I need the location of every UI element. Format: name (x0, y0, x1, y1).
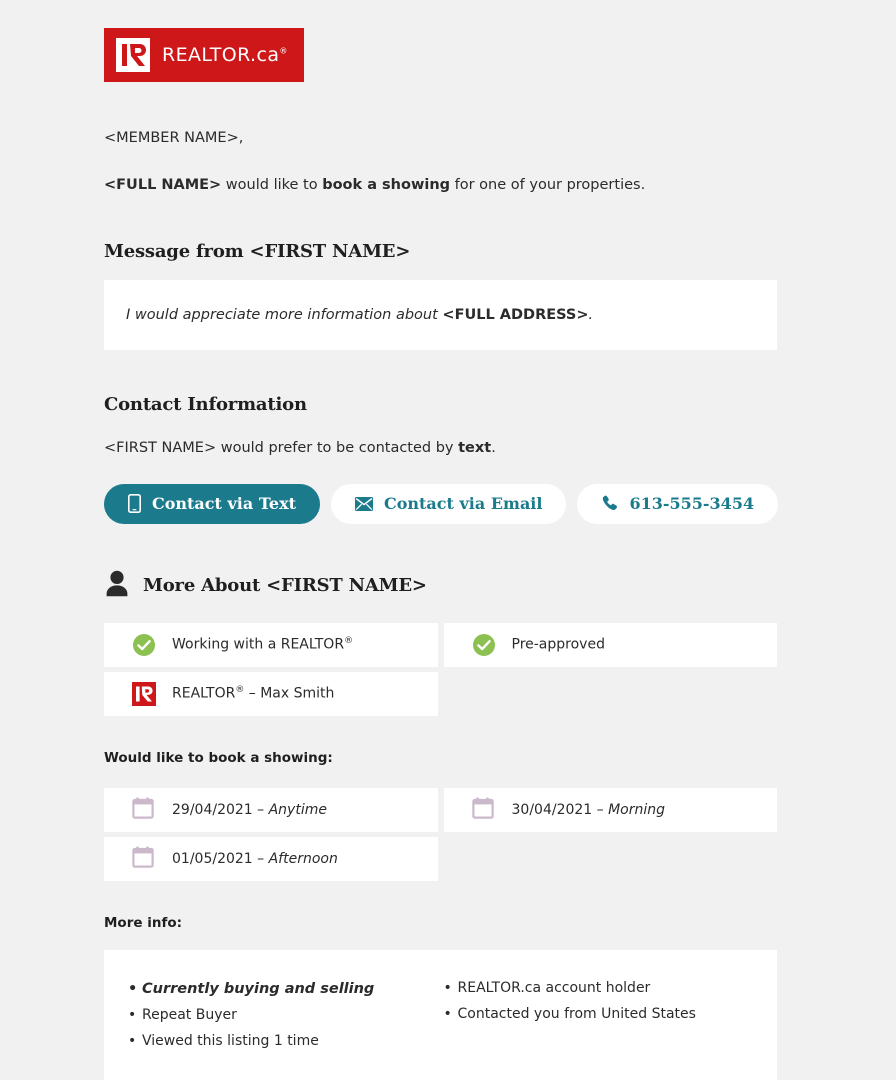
list-item: Currently buying and selling (128, 976, 438, 1003)
pref-lead: <FIRST NAME> would prefer to be contacte… (104, 439, 459, 456)
list-item: REALTOR.ca account holder (444, 976, 754, 1002)
showing-slot: 01/05/2021 – Afternoon (104, 836, 438, 881)
list-item: Contacted you from United States (444, 1002, 754, 1028)
logo-text: REALTOR.ca® (162, 44, 288, 66)
telephone-icon (601, 495, 618, 512)
realtor-name-suffix: – Max Smith (244, 686, 335, 703)
quote-tail: . (588, 306, 594, 323)
showing-slot-text: 29/04/2021 – Anytime (172, 801, 327, 818)
realtor-ca-logo[interactable]: REALTOR.ca® (104, 28, 304, 82)
more-info-card: Currently buying and selling Repeat Buye… (104, 949, 777, 1080)
list-item: Viewed this listing 1 time (128, 1029, 438, 1055)
calendar-icon (132, 846, 154, 872)
brand-header: REALTOR.ca® (0, 0, 896, 82)
lead-action: book a showing (322, 176, 451, 193)
showing-slot-when: Afternoon (268, 850, 338, 867)
envelope-icon (355, 496, 373, 511)
mobile-phone-icon (128, 494, 141, 514)
list-item: Repeat Buyer (128, 1003, 438, 1029)
more-about-heading: More About <FIRST NAME> (143, 574, 427, 596)
contact-via-email-button[interactable]: Contact via Email (331, 483, 567, 524)
lead-tail: for one of your properties. (450, 176, 646, 193)
phone-number-button[interactable]: 613-555-3454 (577, 483, 779, 524)
contact-preference-line: <FIRST NAME> would prefer to be contacte… (104, 440, 777, 456)
registered-mark: ® (279, 46, 288, 56)
pref-tail: . (491, 439, 496, 456)
green-check-icon (132, 633, 156, 657)
contact-button-row: Contact via Text Contact via Email 613-5… (104, 483, 779, 524)
showing-slot-when: Morning (608, 801, 666, 818)
info-card-realtor-name: REALTOR® – Max Smith (104, 671, 438, 716)
pref-method: text (458, 439, 492, 456)
message-heading: Message from <FIRST NAME> (104, 240, 411, 262)
registered-mark: ® (344, 636, 354, 647)
lead-full-name: <FULL NAME> (104, 176, 222, 193)
info-card-label: Pre-approved (511, 637, 605, 654)
more-info-heading: More info: (104, 914, 183, 931)
showing-slot-text: 01/05/2021 – Afternoon (172, 850, 338, 867)
more-about-header: More About <FIRST NAME> (104, 570, 777, 601)
contact-via-text-button[interactable]: Contact via Text (104, 483, 320, 524)
showing-slot-text: 30/04/2021 – Morning (511, 801, 666, 818)
greeting-line: <MEMBER NAME>, (104, 130, 244, 146)
realtor-r-icon (116, 38, 150, 72)
contact-via-text-label: Contact via Text (152, 494, 296, 514)
lead-middle: would like to (221, 176, 323, 193)
calendar-icon (132, 797, 154, 823)
info-card-pre-approved: Pre-approved (443, 622, 777, 667)
message-quote-card: I would appreciate more information abou… (104, 279, 777, 350)
showing-slot: 30/04/2021 – Morning (443, 787, 777, 832)
info-card-working-with-realtor: Working with a REALTOR® (104, 622, 438, 667)
showing-slot: 29/04/2021 – Anytime (104, 787, 438, 832)
contact-heading: Contact Information (104, 393, 307, 415)
calendar-icon (471, 797, 494, 823)
quote-lead: I would appreciate more information abou… (126, 306, 443, 323)
phone-number-label: 613-555-3454 (629, 494, 755, 514)
person-icon (104, 570, 130, 601)
showing-slots-grid: 29/04/2021 – Anytime 30/04/2021 – Mornin… (104, 787, 777, 881)
quote-address: <FULL ADDRESS> (442, 306, 589, 323)
info-card-label: Working with a REALTOR® (172, 636, 354, 654)
showing-heading: Would like to book a showing: (104, 749, 333, 766)
contact-via-email-label: Contact via Email (384, 494, 543, 514)
more-info-left-list: Currently buying and selling Repeat Buye… (128, 976, 438, 1055)
showing-slot-when: Anytime (268, 801, 327, 818)
green-check-icon (472, 633, 496, 657)
realtor-r-icon (132, 681, 156, 706)
info-card-label: REALTOR® – Max Smith (172, 685, 335, 703)
lead-line: <FULL NAME> would like to book a showing… (104, 175, 777, 197)
email-page: REALTOR.ca® <MEMBER NAME>, <FULL NAME> w… (0, 0, 896, 1080)
more-info-right-list: REALTOR.ca account holder Contacted you … (444, 976, 754, 1055)
registered-mark: ® (235, 685, 245, 696)
about-cards-grid: Working with a REALTOR® Pre-approved REA… (104, 622, 777, 716)
